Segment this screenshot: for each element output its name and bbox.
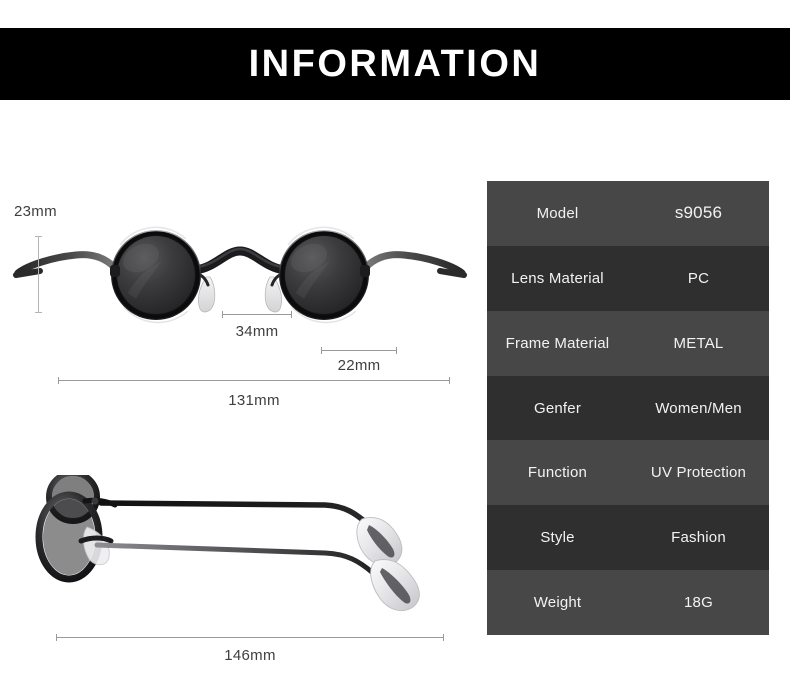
dimension-label-lens-width: 22mm — [337, 357, 381, 374]
spec-key: Frame Material — [505, 334, 610, 352]
dimension-label-bridge-width: 34mm — [235, 323, 279, 340]
spec-value: UV Protection — [650, 464, 747, 482]
spec-value: METAL — [673, 334, 724, 352]
spec-value: s9056 — [674, 203, 723, 223]
specification-table: Model s9056 Lens Material PC Frame Mater… — [487, 181, 769, 635]
page-title: INFORMATION — [248, 42, 542, 85]
dimension-line-bridge-width — [222, 311, 292, 318]
dimension-label-temple-length: 146mm — [224, 647, 276, 664]
dimension-label-frame-width: 131mm — [228, 392, 280, 409]
spec-key: Weight — [533, 594, 582, 612]
spec-key: Function — [527, 464, 588, 482]
spec-value: Fashion — [671, 529, 726, 547]
dimension-label-lens-height: 23mm — [14, 203, 57, 220]
spec-value: PC — [687, 269, 710, 287]
dimension-line-frame-width — [58, 377, 450, 384]
dimension-line-temple-length — [56, 634, 444, 641]
spec-key: Style — [540, 529, 575, 547]
table-row: Frame Material METAL — [487, 310, 769, 376]
spec-key: Genfer — [533, 399, 582, 417]
spec-key: Lens Material — [511, 269, 604, 287]
table-row: Function UV Protection — [487, 440, 769, 506]
sunglasses-side-view-image — [35, 475, 420, 611]
spec-value: 18G — [684, 594, 713, 612]
table-row: Model s9056 — [487, 181, 769, 246]
header-banner: INFORMATION — [0, 28, 790, 100]
table-row: Weight 18G — [487, 570, 769, 635]
sunglasses-front-view-image — [13, 226, 467, 324]
dimension-line-lens-width — [321, 347, 397, 354]
product-information-graphic: INFORMATION 23mm 34mm 22mm 131mm 146mm M… — [0, 0, 790, 681]
table-row: Style Fashion — [487, 505, 769, 571]
dimension-line-lens-height — [35, 236, 42, 313]
spec-key: Model — [536, 204, 579, 222]
spec-value: Women/Men — [655, 399, 742, 417]
table-row: Lens Material PC — [487, 245, 769, 311]
table-row: Genfer Women/Men — [487, 375, 769, 441]
